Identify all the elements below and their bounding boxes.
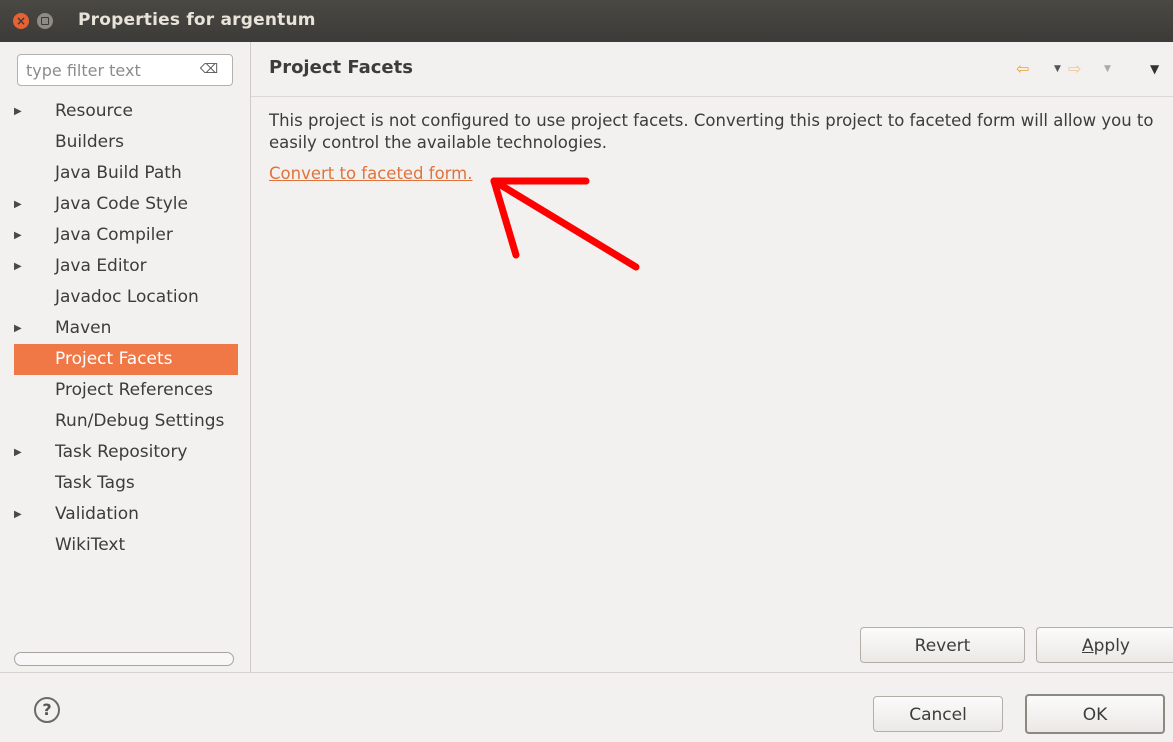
apply-label: pply	[1093, 636, 1130, 656]
tree-item[interactable]: Java Build Path	[14, 158, 238, 189]
minimize-window-icon[interactable]	[37, 13, 53, 29]
close-window-icon[interactable]: ×	[13, 13, 29, 29]
tree-item[interactable]: Builders	[14, 127, 238, 158]
window-title: Properties for argentum	[78, 10, 316, 30]
header-divider	[251, 96, 1173, 97]
property-pages-tree: ▶ Resource Builders Java Build Path ▶ Java Co…	[14, 96, 238, 561]
expand-arrow-icon[interactable]: ▶	[14, 220, 26, 251]
apply-mnemonic: A	[1081, 636, 1094, 656]
tree-item-label: WikiText	[55, 535, 126, 555]
back-dropdown-icon[interactable]: ▼	[1054, 58, 1061, 80]
tree-item[interactable]: Task Tags	[14, 468, 238, 499]
tree-item[interactable]: ▶ Resource	[14, 96, 238, 127]
tree-item-label: Run/Debug Settings	[55, 411, 225, 431]
forward-dropdown-icon[interactable]: ▼	[1104, 58, 1111, 80]
tree-item-label: Project Facets	[55, 349, 173, 369]
title-bar: × Properties for argentum	[0, 0, 1173, 42]
tree-item[interactable]: Project References	[14, 375, 238, 406]
tree-item[interactable]: ▶ Task Repository	[14, 437, 238, 468]
tree-item[interactable]: ▶ Validation	[14, 499, 238, 530]
tree-horizontal-scrollbar[interactable]	[14, 652, 234, 666]
forward-arrow-icon[interactable]: ⇨	[1068, 58, 1081, 80]
tree-item[interactable]: Project Facets	[14, 344, 238, 375]
expand-arrow-icon[interactable]: ▶	[14, 313, 26, 344]
expand-arrow-icon[interactable]: ▶	[14, 437, 26, 468]
filter-input[interactable]	[26, 59, 186, 81]
tree-item-label: Javadoc Location	[55, 287, 199, 307]
tree-item[interactable]: ▶ Java Compiler	[14, 220, 238, 251]
tree-item-label: Java Build Path	[55, 163, 182, 183]
help-icon[interactable]: ?	[34, 697, 60, 723]
ok-button[interactable]: OK	[1025, 694, 1165, 734]
tree-item-label: Resource	[55, 101, 133, 121]
expand-arrow-icon[interactable]: ▶	[14, 251, 26, 282]
expand-arrow-icon[interactable]: ▶	[14, 96, 26, 127]
tree-item-label: Project References	[55, 380, 214, 400]
tree-item-label: Builders	[55, 132, 124, 152]
tree-item-label: Task Repository	[55, 442, 188, 462]
expand-arrow-icon[interactable]: ▶	[14, 189, 26, 220]
tree-item-label: Maven	[55, 318, 112, 338]
tree-item-label: Java Code Style	[55, 194, 188, 214]
tree-item[interactable]: ▶ Maven	[14, 313, 238, 344]
tree-item-label: Java Editor	[55, 256, 147, 276]
tree-item[interactable]: Run/Debug Settings	[14, 406, 238, 437]
tree-item-label: Task Tags	[55, 473, 135, 493]
red-arrow-annotation-icon	[490, 177, 640, 271]
filter-field[interactable]: ⌫	[17, 54, 233, 86]
footer-divider	[0, 672, 1173, 673]
revert-button[interactable]: Revert	[860, 627, 1025, 663]
view-menu-icon[interactable]: ▼	[1150, 58, 1159, 80]
tree-item[interactable]: ▶ Java Editor	[14, 251, 238, 282]
tree-item-label: Validation	[55, 504, 139, 524]
page-title: Project Facets	[269, 57, 413, 78]
tree-item-label: Java Compiler	[55, 225, 173, 245]
back-arrow-icon[interactable]: ⇦	[1016, 58, 1029, 80]
clear-filter-icon[interactable]: ⌫	[198, 62, 220, 78]
convert-to-faceted-form-link[interactable]: Convert to faceted form.	[269, 164, 473, 183]
tree-item[interactable]: Javadoc Location	[14, 282, 238, 313]
apply-button[interactable]: Apply	[1036, 627, 1173, 663]
tree-item[interactable]: WikiText	[14, 530, 238, 561]
tree-item[interactable]: ▶ Java Code Style	[14, 189, 238, 220]
facets-message: This project is not configured to use pr…	[269, 111, 1154, 152]
cancel-button[interactable]: Cancel	[873, 696, 1003, 732]
expand-arrow-icon[interactable]: ▶	[14, 499, 26, 530]
